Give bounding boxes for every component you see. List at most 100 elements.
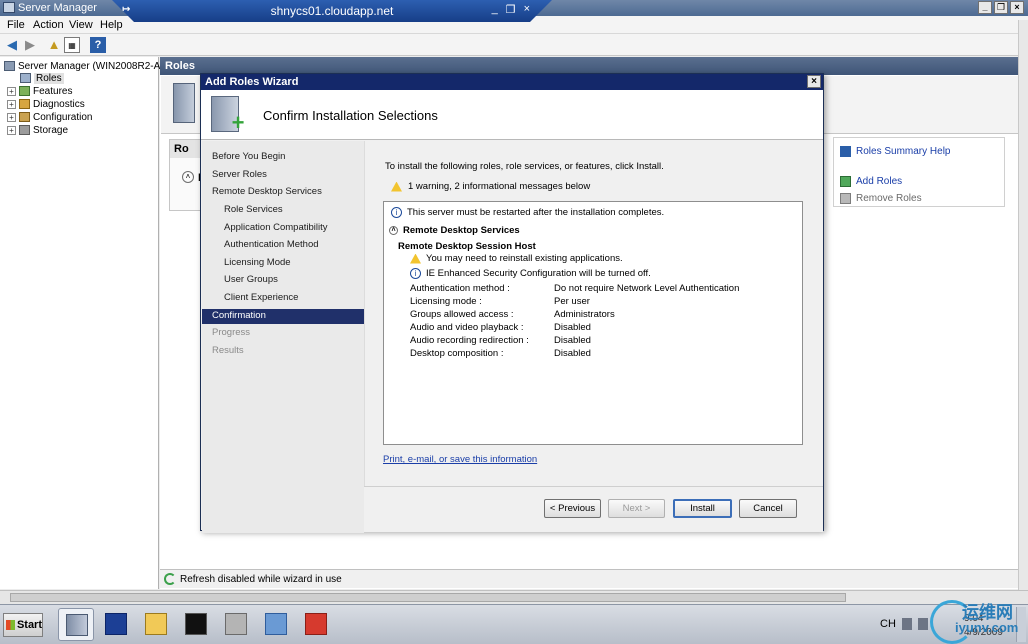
taskbar-server-manager[interactable] [58,608,94,641]
cancel-button[interactable]: Cancel [739,499,797,518]
install-button[interactable]: Install [673,499,732,518]
server-icon [4,61,15,71]
tree-item-configuration[interactable]: + Configuration [7,111,92,123]
wizard-steps: Before You Begin Server Roles Remote Des… [202,141,364,533]
roles-side-panel: Roles Summary Help Add Roles Remove Role… [833,137,1005,207]
expand-icon[interactable]: + [7,99,16,109]
restore-button[interactable]: ❐ [994,1,1008,14]
remove-roles-link[interactable]: Remove Roles [840,193,922,204]
section-remote-desktop-services[interactable]: ˄ Remote Desktop Services [389,225,520,236]
collapse-icon[interactable]: ˄ [182,171,194,183]
rdp-close-button[interactable]: × [524,3,530,16]
menu-view[interactable]: View [69,19,93,31]
dialog-title-text: Add Roles Wizard [205,76,299,88]
configuration-icon [19,112,30,122]
selections-list[interactable]: i This server must be restarted after th… [383,201,803,445]
flag-icon[interactable] [902,618,912,630]
step-application-compatibility[interactable]: Application Compatibility [202,221,364,236]
tree-item-roles[interactable]: Roles [20,72,64,84]
remote-desktop-icon [265,613,287,635]
print-email-save-link[interactable]: Print, e-mail, or save this information [383,454,537,465]
tree-item-label: Configuration [33,111,93,123]
dialog-title: Add Roles Wizard × [201,74,823,90]
navigation-tree: Server Manager (WIN2008R2-A) Roles + Fea… [0,57,164,589]
network-icon[interactable] [918,618,928,630]
horizontal-scrollbar[interactable] [0,590,1028,604]
step-licensing-mode[interactable]: Licensing Mode [202,256,364,271]
setting-value: Administrators [554,309,615,320]
dialog-header: + Confirm Installation Selections [201,90,823,140]
menu-help[interactable]: Help [100,19,123,31]
back-arrow-icon[interactable]: ◀ [4,37,20,53]
rdp-controls: _ ❐ × [492,3,530,16]
vertical-scrollbar[interactable] [1018,20,1028,590]
step-before-you-begin[interactable]: Before You Begin [202,150,364,165]
warning-summary: 1 warning, 2 informational messages belo… [391,181,590,192]
collapse-icon[interactable]: ˄ [389,226,398,235]
taskbar-remote-desktop[interactable] [258,608,294,641]
expand-icon[interactable]: + [7,86,16,96]
language-indicator[interactable]: CH [880,618,896,630]
setting-label: Authentication method : [410,283,510,294]
rdp-host-name: shnycs01.cloudapp.net [270,4,394,18]
taskbar-admin-tools[interactable] [218,608,254,641]
tree-item-storage[interactable]: + Storage [7,124,68,136]
remove-roles-label[interactable]: Remove Roles [856,193,922,204]
step-client-experience[interactable]: Client Experience [202,291,364,306]
previous-button[interactable]: < Previous [544,499,601,518]
next-button[interactable]: Next > [608,499,665,518]
taskbar-explorer[interactable] [138,608,174,641]
tree-root-label: Server Manager (WIN2008R2-A) [18,60,164,72]
step-server-roles[interactable]: Server Roles [202,168,364,183]
start-button[interactable]: Start [3,613,43,637]
refresh-icon [164,573,176,585]
minimize-button[interactable]: _ [978,1,992,14]
server-manager-icon [66,614,88,636]
step-user-groups[interactable]: User Groups [202,273,364,288]
add-roles-label[interactable]: Add Roles [856,176,902,187]
windows-logo-icon [6,620,15,630]
step-remote-desktop-services[interactable]: Remote Desktop Services [202,185,364,200]
step-authentication-method[interactable]: Authentication Method [202,238,364,253]
rdp-restore-button[interactable]: ❐ [506,3,516,16]
close-button[interactable]: × [1010,1,1024,14]
toolbox-icon [305,613,327,635]
rdp-connection-bar: ↦ shnycs01.cloudapp.net _ ❐ × [112,0,552,22]
tree-item-diagnostics[interactable]: + Diagnostics [7,98,85,110]
setting-value: Disabled [554,322,591,333]
tree-root[interactable]: Server Manager (WIN2008R2-A) [4,60,164,72]
up-folder-icon[interactable]: ▲ [46,37,62,53]
remove-roles-icon [840,193,851,204]
reinstall-warning-text: You may need to reinstall existing appli… [426,253,623,264]
taskbar-command-prompt[interactable] [178,608,214,641]
taskbar: Start CH 9:04 4/9/2009 [0,604,1028,644]
roles-summary-help-label[interactable]: Roles Summary Help [856,146,950,157]
status-bar: Refresh disabled while wizard in use [160,569,1028,588]
roles-summary-help-link[interactable]: Roles Summary Help [840,146,950,157]
rdp-minimize-button[interactable]: _ [492,3,498,16]
help-icon[interactable]: ? [90,37,106,53]
setting-value: Do not require Network Level Authenticat… [554,283,740,294]
dialog-close-button[interactable]: × [807,75,821,88]
info-icon: i [410,268,421,279]
setting-label: Groups allowed access : [410,309,514,320]
tree-item-features[interactable]: + Features [7,85,72,97]
step-confirmation[interactable]: Confirmation [202,309,364,324]
expand-icon[interactable]: + [7,112,16,122]
powershell-icon [105,613,127,635]
menu-action[interactable]: Action [33,19,64,31]
add-roles-link[interactable]: Add Roles [840,176,902,187]
scrollbar-thumb[interactable] [10,593,846,602]
window-title: Server Manager [18,2,97,14]
taskbar-toolbox[interactable] [298,608,334,641]
show-hide-pane-icon[interactable]: ▦ [64,37,80,53]
tree-item-label: Roles [34,72,64,84]
taskbar-powershell[interactable] [98,608,134,641]
warning-icon [391,181,402,192]
expand-icon[interactable]: + [7,125,16,135]
menu-file[interactable]: File [7,19,25,31]
intro-text: To install the following roles, role ser… [385,161,664,172]
admin-tools-icon [225,613,247,635]
forward-arrow-icon[interactable]: ▶ [22,37,38,53]
step-role-services[interactable]: Role Services [202,203,364,218]
